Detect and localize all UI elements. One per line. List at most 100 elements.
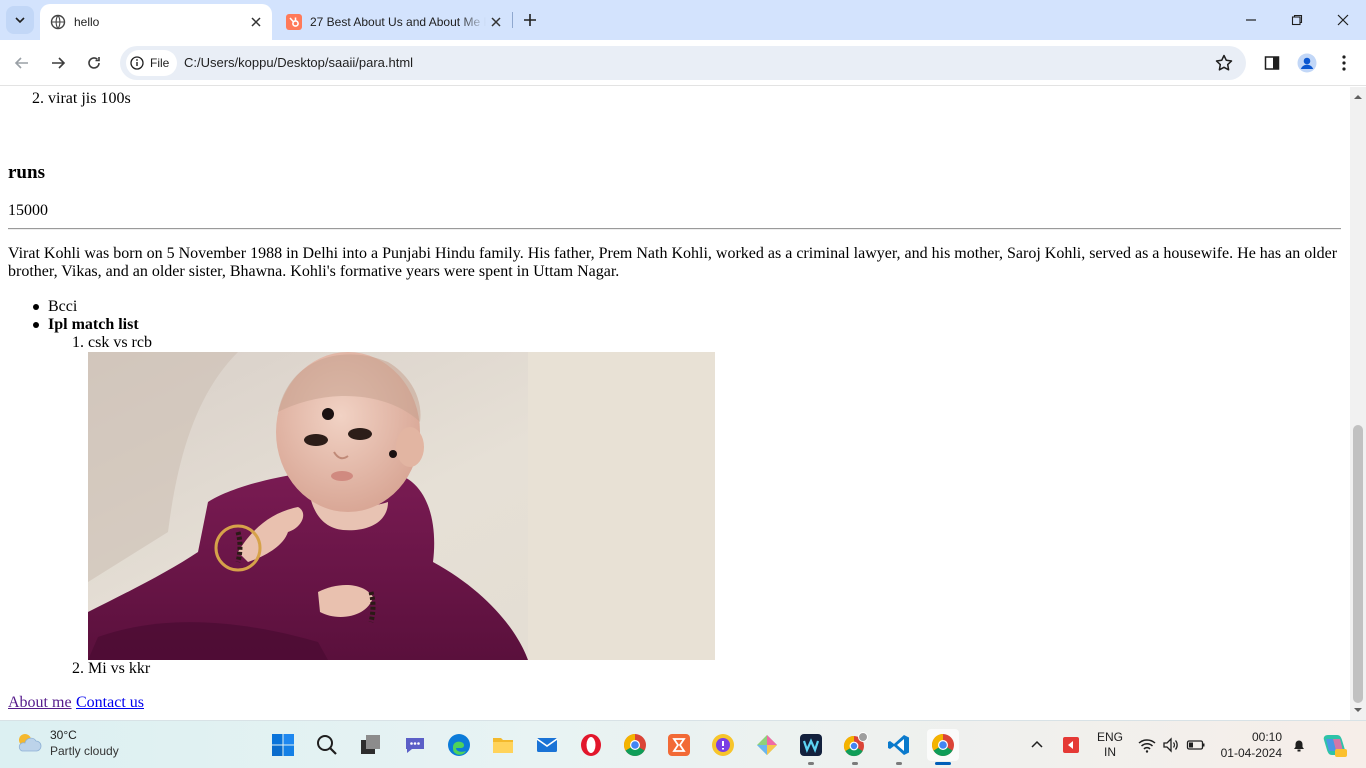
page-scrollbar[interactable]: [1350, 87, 1366, 720]
weather-condition: Partly cloudy: [50, 744, 119, 758]
tab-hello[interactable]: hello: [40, 4, 272, 40]
more-vert-icon: [1342, 55, 1346, 71]
running-indicator: [896, 762, 902, 765]
search-icon: [317, 735, 337, 755]
reload-button[interactable]: [78, 47, 110, 79]
chrome-active-app[interactable]: [927, 729, 959, 765]
menu-button[interactable]: [1332, 51, 1356, 75]
partly-cloudy-icon: [18, 734, 42, 752]
chrome-icon: [624, 734, 646, 756]
baby-photo: [88, 352, 715, 660]
address-bar[interactable]: File C:/Users/koppu/Desktop/saaii/para.h…: [120, 46, 1246, 80]
site-info-chip[interactable]: File: [126, 50, 178, 76]
runs-value: 15000: [8, 202, 48, 219]
scroll-thumb[interactable]: [1353, 425, 1363, 703]
weather-widget[interactable]: 30°C Partly cloudy: [14, 727, 119, 759]
screen-record-icon: [1063, 737, 1079, 753]
bullet-icon: [33, 304, 39, 310]
globe-icon: [50, 14, 66, 30]
profile-button[interactable]: [1295, 51, 1319, 75]
clock-time: 00:10: [1251, 730, 1282, 744]
back-button[interactable]: [6, 47, 38, 79]
chrome-app[interactable]: [619, 729, 651, 761]
list-item-bcci: Bcci: [48, 298, 78, 315]
red-app[interactable]: [663, 729, 695, 761]
about-me-link[interactable]: About me: [8, 694, 72, 712]
teams-app[interactable]: [399, 729, 431, 761]
bio-paragraph: Virat Kohli was born on 5 November 1988 …: [8, 245, 1338, 280]
edge-icon: [448, 734, 470, 756]
chevron-up-icon: [1031, 740, 1043, 748]
file-explorer-app[interactable]: [487, 729, 519, 761]
mail-icon: [536, 738, 558, 752]
tab-strip: hello 27 Best About Us and About Me Page…: [0, 0, 1366, 40]
close-tab-icon[interactable]: [486, 12, 506, 32]
app-yellow-icon: [712, 734, 734, 756]
yellow-app[interactable]: [707, 729, 739, 761]
notifications-button[interactable]: [1291, 721, 1307, 768]
close-tab-icon[interactable]: [246, 12, 266, 32]
start-button[interactable]: [267, 729, 299, 761]
side-panel-button[interactable]: [1260, 51, 1284, 75]
clock[interactable]: 00:10 01-04-2024: [1220, 721, 1282, 768]
diamond-app[interactable]: [751, 729, 783, 761]
list-number: 1.: [72, 334, 84, 351]
weather-temperature: 30°C: [50, 728, 77, 742]
restore-button[interactable]: [1274, 0, 1320, 40]
contact-us-link[interactable]: Contact us: [76, 694, 144, 712]
folder-icon: [493, 738, 513, 753]
new-tab-button[interactable]: [518, 8, 542, 32]
side-panel-icon: [1264, 56, 1280, 70]
copilot-button[interactable]: [1320, 721, 1348, 768]
chrome-profile-icon: [843, 732, 868, 757]
running-indicator: [852, 762, 858, 765]
mail-app[interactable]: [531, 729, 563, 761]
taskbar: 30°C Partly cloudy ENG IN 00:10 01-04-20…: [0, 720, 1366, 768]
hubspot-icon: [286, 14, 302, 30]
url-text[interactable]: C:/Users/koppu/Desktop/saaii/para.html: [184, 55, 413, 70]
restore-icon: [1291, 14, 1303, 26]
browser-toolbar: File C:/Users/koppu/Desktop/saaii/para.h…: [0, 40, 1366, 86]
clipchamp-app[interactable]: [795, 729, 827, 765]
vscode-app[interactable]: [883, 729, 915, 765]
scheme-label: File: [150, 56, 170, 70]
chrome-profile-app[interactable]: [839, 729, 871, 765]
tab-title: 27 Best About Us and About Me Page Examp…: [310, 15, 486, 29]
copilot-icon: [1323, 735, 1347, 757]
region-code: IN: [1104, 745, 1116, 759]
edge-app[interactable]: [443, 729, 475, 761]
opera-app[interactable]: [575, 729, 607, 761]
chrome-icon: [932, 734, 954, 756]
runs-heading: runs: [8, 162, 45, 183]
tray-app-button[interactable]: [1062, 721, 1080, 768]
language-code: ENG: [1097, 730, 1124, 744]
volume-icon: [1163, 737, 1178, 753]
scroll-down-icon[interactable]: [1354, 706, 1362, 714]
active-indicator: [935, 762, 951, 765]
clipchamp-icon: [800, 734, 822, 756]
list-number: 2.: [32, 90, 44, 107]
tab-search-button[interactable]: [6, 6, 34, 34]
forward-button[interactable]: [42, 47, 74, 79]
bookmark-star-icon[interactable]: [1214, 53, 1234, 73]
minimize-button[interactable]: [1228, 0, 1274, 40]
teams-chat-icon: [406, 738, 424, 753]
tab-about-us[interactable]: 27 Best About Us and About Me Page Examp…: [276, 4, 512, 40]
tab-separator: [512, 12, 513, 28]
reload-icon: [88, 57, 100, 69]
list-item-match: Mi vs kkr: [88, 660, 151, 677]
search-button[interactable]: [311, 729, 343, 761]
plus-icon: [524, 14, 536, 26]
wifi-icon: [1138, 739, 1156, 753]
tray-overflow-button[interactable]: [1030, 721, 1044, 768]
close-window-button[interactable]: [1320, 0, 1366, 40]
scroll-up-icon[interactable]: [1354, 93, 1362, 101]
language-indicator[interactable]: ENG IN: [1097, 721, 1123, 768]
quick-settings[interactable]: [1138, 721, 1206, 768]
windows-icon: [272, 734, 294, 756]
horizontal-rule: [8, 228, 1341, 230]
task-view-button[interactable]: [355, 729, 387, 761]
app-red-icon: [668, 734, 690, 756]
opera-icon: [581, 734, 601, 756]
photo-image: [88, 352, 715, 660]
